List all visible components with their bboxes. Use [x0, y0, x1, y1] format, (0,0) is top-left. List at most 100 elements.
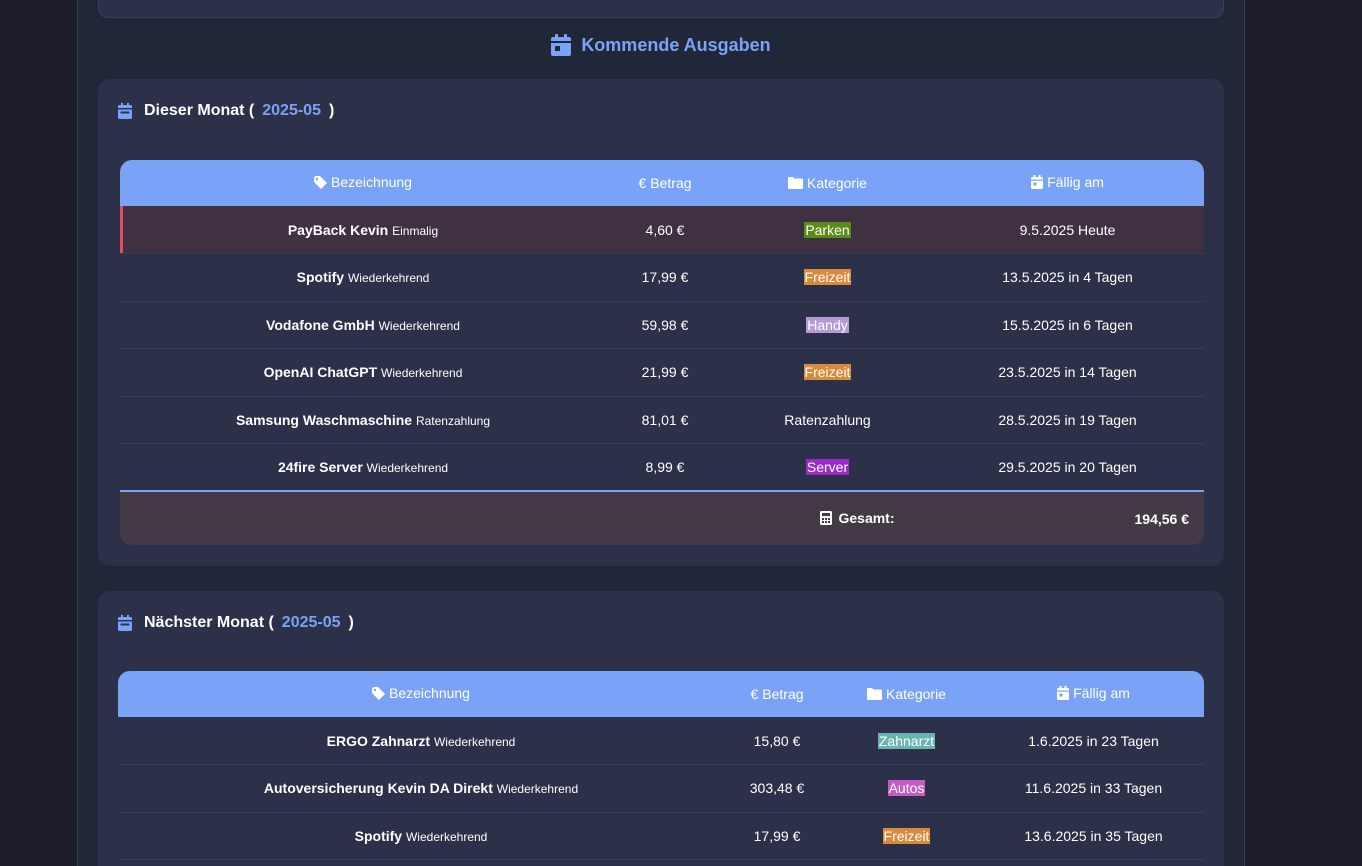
expense-category-cell: Ratenzahlung [724, 396, 931, 444]
month-label: 2025-05 [262, 102, 321, 119]
expense-name-cell: Autoversicherung Kevin DA Direkt Wiederk… [118, 764, 724, 813]
total-value: 194,56 € [931, 490, 1204, 545]
expense-due: 11.6.2025 in 33 Tagen [983, 764, 1204, 813]
previous-card [98, 0, 1224, 18]
category-badge: Autos [887, 780, 926, 797]
expense-category-cell: Server [724, 443, 931, 492]
expense-name-cell: Samsung Waschmaschine Ratenzahlung [120, 396, 606, 444]
expense-due: 1.6.2025 in 23 Tagen [983, 717, 1204, 765]
expense-type: Wiederkehrend [433, 734, 516, 749]
expense-name: Samsung Waschmaschine [235, 411, 413, 428]
column-header-name[interactable]: Bezeichnung [120, 160, 606, 206]
table-row[interactable]: Samsung Waschmaschine Ratenzahlung 81,01 … [120, 396, 1204, 444]
expense-due: 9.5.2025 Heute [931, 206, 1204, 254]
tag-icon [314, 175, 328, 189]
expense-name-cell: Vodafone GmbH Wiederkehrend [120, 301, 606, 349]
table-row[interactable]: Autoversicherung Kevin DA Direkt Wiederk… [118, 764, 1204, 813]
expense-name: Spotify [296, 269, 345, 286]
expense-amount: 303,48 € [724, 764, 830, 813]
column-header-due[interactable]: Fällig am [931, 160, 1204, 206]
month-label: 2025-05 [281, 614, 341, 631]
next-month-title: Nächster Monat ( 2025-05 ) [118, 614, 354, 632]
table-row[interactable]: Vodafone GmbH Wiederkehrend 59,98 € Handy 1… [120, 301, 1204, 349]
upcoming-expenses-heading: Kommende Ausgaben [78, 34, 1244, 56]
expense-due: 23.5.2025 in 14 Tagen [931, 348, 1204, 397]
expense-type: Ratenzahlung [415, 413, 491, 428]
expense-category-cell: Handy [724, 301, 931, 349]
expense-category-cell: Freizeit [724, 348, 931, 397]
table-row[interactable]: OpenAI ChatGPT Wiederkehrend 21,99 € Freiz… [120, 348, 1204, 397]
category-badge: Handy [806, 316, 849, 333]
column-header-due[interactable]: Fällig am [983, 671, 1204, 717]
category-badge: Ratenzahlung [784, 411, 871, 428]
category-badge: Zahnarzt [877, 732, 936, 749]
expense-name-cell: Spotify Wiederkehrend [120, 253, 606, 302]
expense-amount: 81,01 € [606, 396, 724, 444]
expense-name-cell: ERGO Zahnarzt Wiederkehrend [118, 717, 724, 765]
expense-amount: 17,99 € [606, 253, 724, 302]
expense-name-cell: 24fire Server Wiederkehrend [120, 443, 606, 492]
tag-icon [372, 686, 386, 700]
expense-name: Autoversicherung Kevin DA Direkt [263, 780, 493, 797]
expense-amount: 59,98 € [606, 301, 724, 349]
table-row[interactable]: Spotify Wiederkehrend 17,99 € Freizeit 13.5… [120, 253, 1204, 302]
next-month-card: Nächster Monat ( 2025-05 ) Bezeichnung €… [98, 591, 1224, 866]
expense-category-cell: Autos [830, 764, 983, 813]
expense-amount: 21,99 € [606, 348, 724, 397]
expense-type: Wiederkehrend [381, 366, 463, 381]
expense-name: ERGO Zahnarzt [326, 732, 431, 749]
expense-due: 29.5.2025 in 20 Tagen [931, 443, 1204, 492]
folder-icon [867, 687, 883, 700]
calendar-icon [118, 615, 132, 631]
expense-amount: 15,80 € [724, 717, 830, 765]
category-badge: Freizeit [803, 269, 852, 286]
expense-due: 15.5.2025 in 6 Tagen [931, 301, 1204, 349]
expense-amount: 4,60 € [606, 206, 724, 254]
expense-name-cell: OpenAI ChatGPT Wiederkehrend [120, 348, 606, 397]
expense-category-cell: Parken [724, 206, 931, 254]
expense-amount: 8,99 € [606, 443, 724, 492]
calculator-icon [820, 510, 833, 525]
expense-type: Wiederkehrend [378, 318, 460, 333]
expense-category-cell: Zahnarzt [830, 717, 983, 765]
expense-type: Einmalig [392, 223, 439, 238]
this-month-rows: PayBack Kevin Einmalig 4,60 € Parken 9.5.20… [120, 206, 1204, 492]
column-header-amount[interactable]: € Betrag [724, 671, 830, 717]
calendar-day-icon [1031, 175, 1044, 189]
this-month-table: Bezeichnung € Betrag Kategorie Fällig am… [120, 160, 1204, 545]
table-header: Bezeichnung € Betrag Kategorie Fällig am [120, 160, 1204, 206]
this-month-card: Dieser Monat ( 2025-05 ) Bezeichnung € B… [98, 79, 1224, 566]
expense-category-cell: Freizeit [830, 812, 983, 860]
column-header-name[interactable]: Bezeichnung [118, 671, 724, 717]
expense-due: 28.5.2025 in 19 Tagen [931, 396, 1204, 444]
category-badge: Parken [804, 221, 851, 238]
euro-icon: € [750, 686, 759, 702]
table-row[interactable]: PayBack Kevin Einmalig 4,60 € Parken 9.5.20… [120, 206, 1204, 254]
table-row[interactable]: 24fire Server Wiederkehrend 8,99 € Server 2… [120, 443, 1204, 492]
category-badge: Server [805, 459, 850, 475]
column-header-category[interactable]: Kategorie [724, 160, 931, 206]
expense-name: Spotify [354, 827, 403, 844]
calendar-icon [551, 34, 572, 56]
expense-amount: 17,99 € [724, 812, 830, 860]
expense-type: Wiederkehrend [405, 829, 488, 844]
expense-type: Wiederkehrend [347, 271, 430, 286]
expense-name-cell: PayBack Kevin Einmalig [120, 206, 606, 254]
this-month-title: Dieser Monat ( 2025-05 ) [118, 102, 334, 120]
category-badge: Freizeit [882, 827, 931, 844]
expense-name-cell: Spotify Wiederkehrend [118, 812, 724, 860]
expense-type: Wiederkehrend [366, 461, 449, 475]
expense-due: 13.6.2025 in 35 Tagen [983, 812, 1204, 860]
table-row[interactable]: Spotify Wiederkehrend 17,99 € Freizeit 13.6… [118, 812, 1204, 860]
main-container: Kommende Ausgaben Dieser Monat ( 2025-05… [77, 0, 1245, 866]
next-month-table: Bezeichnung € Betrag Kategorie Fällig am… [118, 671, 1204, 860]
category-badge: Freizeit [803, 364, 852, 381]
calendar-day-icon [1057, 686, 1070, 700]
table-row[interactable]: ERGO Zahnarzt Wiederkehrend 15,80 € Zahnar… [118, 717, 1204, 765]
next-month-rows: ERGO Zahnarzt Wiederkehrend 15,80 € Zahnar… [118, 717, 1204, 860]
column-header-amount[interactable]: € Betrag [606, 160, 724, 206]
expense-category-cell: Freizeit [724, 253, 931, 302]
column-header-category[interactable]: Kategorie [830, 671, 983, 717]
expense-name: 24fire Server [277, 459, 363, 475]
total-row: Gesamt: 194,56 € [120, 490, 1204, 545]
